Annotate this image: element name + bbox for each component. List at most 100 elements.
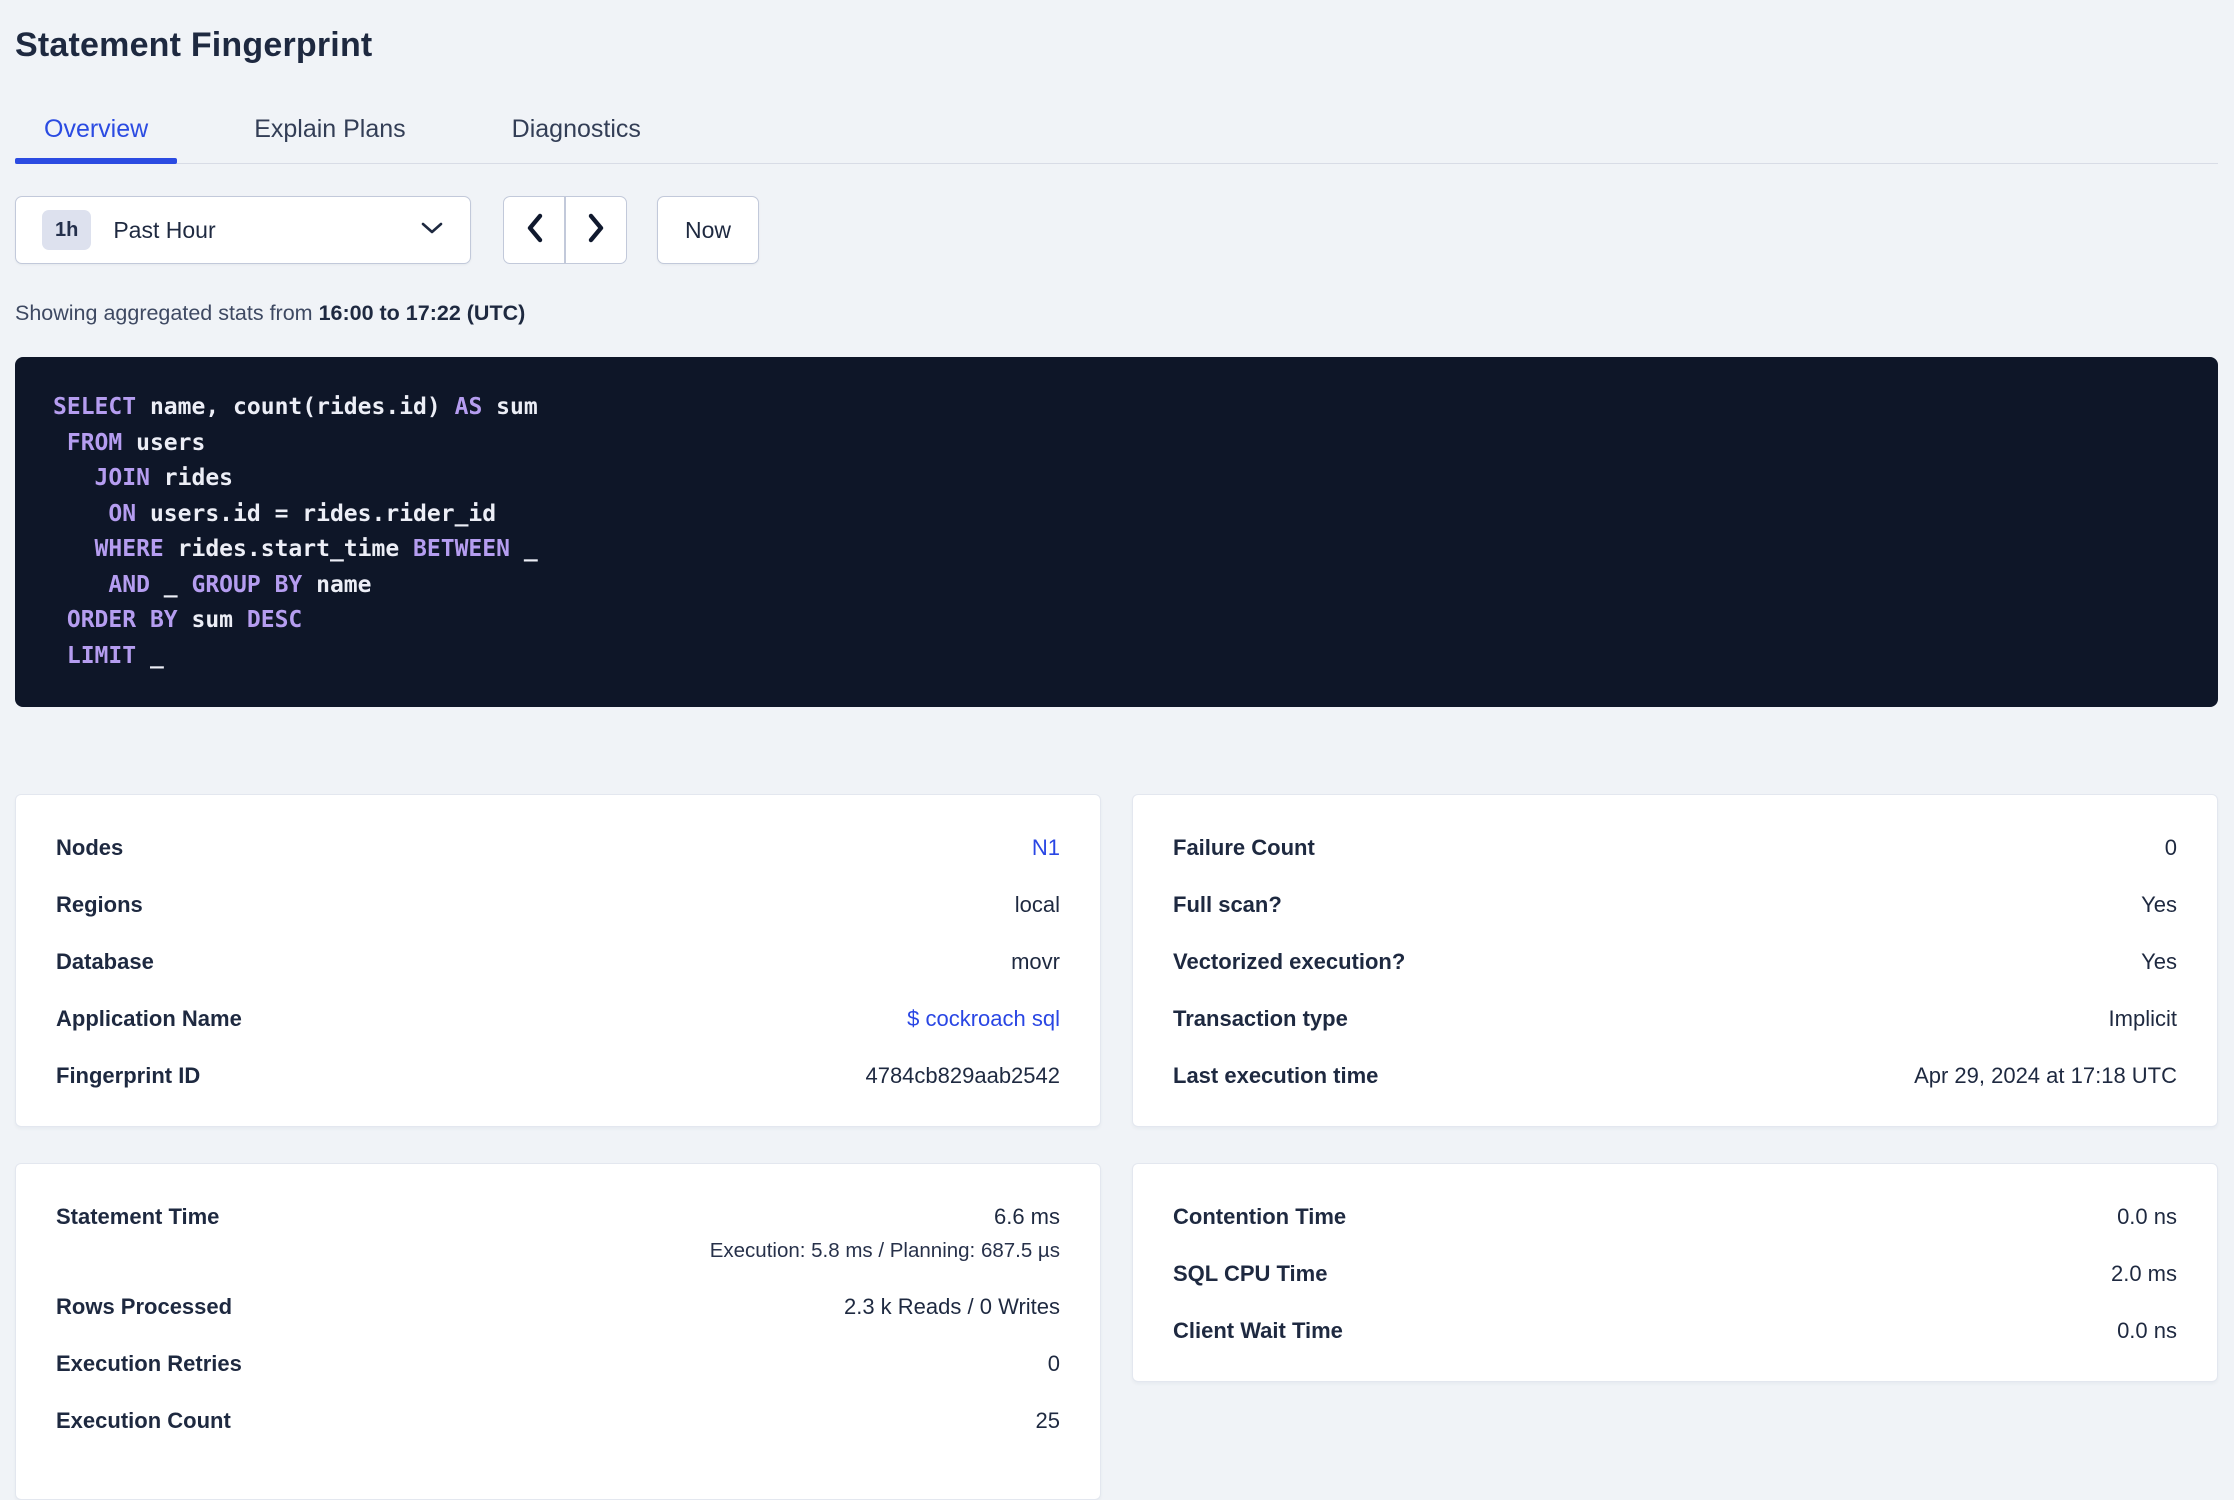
- sql-line: FROM users: [66, 429, 206, 456]
- statement-details-card: Nodes N1 Regions local Database movr App…: [15, 794, 1101, 1127]
- row-label: Nodes: [56, 835, 124, 860]
- row-label: Regions: [56, 892, 143, 917]
- row-subvalue: Execution: 5.8 ms / Planning: 687.5 µs: [709, 1239, 1060, 1262]
- row-value: Implicit: [2108, 1006, 2177, 1031]
- row-label: SQL CPU Time: [1173, 1261, 1328, 1286]
- now-button[interactable]: Now: [657, 196, 760, 264]
- stat-row: Execution Retries 0: [56, 1335, 1060, 1392]
- stat-row: Nodes N1: [56, 819, 1060, 876]
- aggregated-stats-range: 16:00 to 17:22 (UTC): [318, 301, 526, 325]
- row-value-wrap: local: [1015, 891, 1060, 918]
- row-value-wrap: 0: [2165, 834, 2177, 861]
- stat-row: Last execution time Apr 29, 2024 at 17:1…: [1173, 1047, 2177, 1104]
- sql-line: ORDER BY sum DESC: [66, 607, 303, 633]
- sql-line: ON users.id = rides.rider_id: [108, 500, 497, 527]
- row-label: Execution Retries: [56, 1351, 242, 1376]
- row-label: Last execution time: [1173, 1063, 1379, 1088]
- chevron-down-icon: [420, 221, 444, 240]
- stat-row: Full scan? Yes: [1173, 876, 2177, 933]
- tab-explain-plans[interactable]: Explain Plans: [225, 109, 434, 163]
- time-range-dropdown[interactable]: 1h Past Hour: [15, 196, 471, 264]
- stat-row: Fingerprint ID 4784cb829aab2542: [56, 1047, 1060, 1104]
- stat-row: Rows Processed 2.3 k Reads / 0 Writes: [56, 1278, 1060, 1335]
- row-label: Client Wait Time: [1173, 1318, 1343, 1343]
- row-value-wrap: 2.0 ms: [2111, 1260, 2177, 1287]
- row-value: Yes: [2141, 949, 2177, 974]
- page-title: Statement Fingerprint: [15, 26, 373, 64]
- row-value: Apr 29, 2024 at 17:18 UTC: [1914, 1063, 2177, 1088]
- sql-line: SELECT name, count(rides.id) AS sum: [53, 394, 538, 420]
- row-label: Execution Count: [56, 1408, 231, 1433]
- stat-row: Transaction type Implicit: [1173, 990, 2177, 1047]
- row-value[interactable]: $ cockroach sql: [907, 1005, 1060, 1032]
- contention-times-card: Contention Time 0.0 ns SQL CPU Time 2.0 …: [1132, 1163, 2218, 1382]
- row-value[interactable]: N1: [1032, 834, 1060, 861]
- row-label: Fingerprint ID: [56, 1063, 201, 1088]
- row-label: Database: [56, 949, 154, 974]
- row-value: movr: [1011, 949, 1060, 974]
- row-value: 2.0 ms: [2110, 1261, 2177, 1286]
- chevron-left-icon: [526, 213, 543, 248]
- row-value: 2.3 k Reads / 0 Writes: [843, 1294, 1060, 1319]
- sql-line: WHERE rides.start_time BETWEEN _: [94, 536, 538, 562]
- next-time-button[interactable]: [565, 196, 627, 264]
- row-value: 0: [2164, 835, 2177, 860]
- row-value: 0: [1047, 1351, 1060, 1376]
- row-value-wrap: 2.3 k Reads / 0 Writes: [844, 1293, 1060, 1320]
- row-value-wrap: Yes: [2141, 948, 2177, 975]
- tab-diagnostics[interactable]: Diagnostics: [483, 109, 670, 163]
- row-label: Vectorized execution?: [1173, 949, 1406, 974]
- row-value-wrap: 4784cb829aab2542: [865, 1062, 1060, 1089]
- statement-fingerprint-page: Statement Fingerprint Overview Explain P…: [0, 0, 2234, 1500]
- aggregated-stats-prefix: Showing aggregated stats from: [15, 301, 319, 325]
- row-value-wrap: Apr 29, 2024 at 17:18 UTC: [1914, 1062, 2177, 1089]
- stat-row: Failure Count 0: [1173, 819, 2177, 876]
- row-value: local: [1014, 892, 1060, 917]
- row-value: 6.6 ms: [993, 1204, 1060, 1229]
- row-label: Application Name: [56, 1006, 242, 1031]
- row-value: 0.0 ns: [2117, 1204, 2177, 1229]
- summary-cards-grid: Nodes N1 Regions local Database movr App…: [15, 794, 2218, 1500]
- time-nav-buttons: [503, 196, 627, 264]
- row-value-wrap: Yes: [2141, 891, 2177, 918]
- previous-time-button[interactable]: [503, 196, 565, 264]
- stat-row: Execution Count 25: [56, 1392, 1060, 1449]
- row-value: 0.0 ns: [2117, 1318, 2177, 1343]
- row-value: Yes: [2141, 892, 2177, 917]
- row-label: Statement Time: [56, 1204, 220, 1229]
- stat-row: Application Name $ cockroach sql: [56, 990, 1060, 1047]
- stat-row: Contention Time 0.0 ns: [1173, 1188, 2177, 1245]
- chevron-right-icon: [588, 213, 605, 248]
- stat-row: Regions local: [56, 876, 1060, 933]
- time-range-badge: 1h: [42, 210, 92, 250]
- stat-row: Client Wait Time 0.0 ns: [1173, 1302, 2177, 1359]
- row-value-wrap: 6.6 ms Execution: 5.8 ms / Planning: 687…: [710, 1203, 1060, 1263]
- row-value-wrap: $ cockroach sql: [907, 1005, 1060, 1032]
- row-value: 4784cb829aab2542: [865, 1063, 1060, 1088]
- sql-line: JOIN rides: [94, 465, 234, 491]
- row-label: Rows Processed: [56, 1294, 233, 1319]
- sql-line: LIMIT _: [66, 642, 164, 669]
- row-value-wrap: N1: [1032, 834, 1060, 861]
- row-value: 25: [1035, 1408, 1060, 1433]
- execution-attributes-card: Failure Count 0 Full scan? Yes Vectorize…: [1132, 794, 2218, 1127]
- sql-line: AND _ GROUP BY name: [108, 571, 372, 598]
- stat-row: Statement Time 6.6 ms Execution: 5.8 ms …: [56, 1188, 1060, 1278]
- tab-bar: Overview Explain Plans Diagnostics: [15, 109, 2218, 164]
- stat-row: SQL CPU Time 2.0 ms: [1173, 1245, 2177, 1302]
- statement-times-card: Statement Time 6.6 ms Execution: 5.8 ms …: [15, 1163, 1101, 1500]
- row-value-wrap: movr: [1011, 948, 1060, 975]
- time-range-label: Past Hour: [113, 216, 216, 243]
- tab-overview[interactable]: Overview: [15, 109, 178, 164]
- row-value-wrap: 0: [1048, 1350, 1060, 1377]
- aggregated-stats-line: Showing aggregated stats from 16:00 to 1…: [15, 301, 2218, 326]
- row-label: Full scan?: [1173, 892, 1282, 917]
- time-picker-row: 1h Past Hour Now: [15, 196, 2218, 264]
- row-label: Transaction type: [1173, 1006, 1348, 1031]
- row-label: Contention Time: [1173, 1204, 1347, 1229]
- row-value-wrap: 0.0 ns: [2117, 1203, 2177, 1230]
- row-value-wrap: 25: [1036, 1407, 1060, 1434]
- sql-statement-box: SELECT name, count(rides.id) AS sum FROM…: [15, 357, 2218, 707]
- stat-row: Database movr: [56, 933, 1060, 990]
- row-value-wrap: Implicit: [2109, 1005, 2177, 1032]
